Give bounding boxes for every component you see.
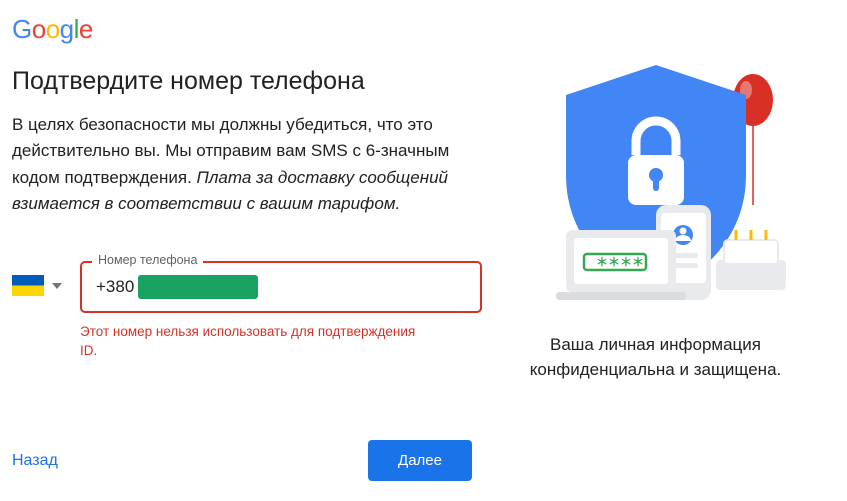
privacy-caption: Ваша личная информация конфиденциальна и… — [482, 333, 829, 382]
phone-error: Этот номер нельзя использовать для подтв… — [80, 323, 420, 359]
back-link[interactable]: Назад — [12, 452, 58, 470]
description-text: В целях безопасности мы должны убедиться… — [12, 112, 472, 217]
flag-ukraine-icon — [12, 275, 44, 296]
page-title: Подтвердите номер телефона — [12, 67, 482, 96]
svg-text:＊＊＊＊: ＊＊＊＊ — [596, 255, 644, 269]
security-illustration: ＊＊＊＊ — [506, 55, 806, 315]
phone-label: Номер телефона — [92, 253, 203, 267]
chevron-down-icon — [52, 283, 62, 289]
google-logo: Google — [12, 14, 829, 45]
redacted-overlay — [138, 275, 258, 299]
next-button[interactable]: Далее — [368, 440, 472, 481]
country-select[interactable] — [12, 261, 62, 296]
